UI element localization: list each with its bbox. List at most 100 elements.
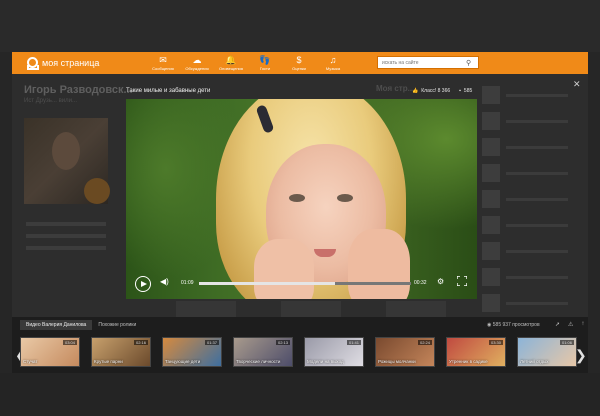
progress-fill <box>199 282 335 285</box>
nav-menu: ✉ Сообщения ☁ Обсуждения 🔔 Оповещения 👣 Гости $ О… <box>146 55 350 72</box>
comment-icon[interactable]: ▪ <box>459 88 461 94</box>
envelope-icon: ✉ <box>159 54 167 65</box>
total-time: 00:32 <box>414 280 427 286</box>
thumbs-up-icon[interactable]: 👍 <box>412 88 418 94</box>
friend-avatar <box>482 112 500 130</box>
video-stats: 👍 Класс! 8 366 ▪ 585 <box>412 88 475 94</box>
side-link <box>26 222 106 226</box>
video-tabs: Видео Валерия Данилова Похожие ролики <box>20 320 142 330</box>
thumbnail-label: Модели на выход <box>307 359 344 364</box>
search-icon[interactable]: ⚲ <box>466 59 471 67</box>
fullscreen-icon[interactable] <box>457 276 467 286</box>
friend-line <box>506 119 568 123</box>
friend-line <box>506 275 568 279</box>
thumbnail-label: Утренник в садике <box>449 359 488 364</box>
top-background <box>0 0 600 52</box>
top-navigation-bar: моя страница ✉ Сообщения ☁ Обсуждения 🔔 Опове… <box>12 52 588 74</box>
friend-line <box>506 301 568 305</box>
music-icon: ♫ <box>329 54 337 65</box>
profile-menu: Ист Друзь... вили... <box>24 98 77 104</box>
pin-icon[interactable]: ↑ <box>581 321 584 328</box>
friend-line <box>506 249 568 253</box>
footprints-icon: 👣 <box>259 54 271 65</box>
thumbnail-duration: 01:41 <box>346 340 361 345</box>
friend-line <box>506 93 568 97</box>
player-controls: ◀) 01:09 00:32 ⚙ <box>126 271 477 299</box>
nav-label: Музыка <box>325 65 341 71</box>
friend-line <box>506 145 568 149</box>
thumbnail-duration: 02:24 <box>417 340 432 345</box>
thumbnail-duration: 01:37 <box>204 340 219 345</box>
thumbnail-duration: 03:30 <box>488 340 503 345</box>
thumbnail-duration: 02:13 <box>275 340 290 345</box>
nav-label: Оценки <box>292 65 306 71</box>
thumbnail-duration: 01:06 <box>559 340 574 345</box>
video-thumbnail[interactable]: 01:06 Летний отдых <box>517 337 577 367</box>
thumbnail-label: Стучат <box>23 359 38 364</box>
thumbnail-label: Танцующие дети <box>165 359 201 364</box>
friend-avatar <box>482 138 500 156</box>
video-thumbnail[interactable]: 02:16 Крутые парни <box>91 337 151 367</box>
tab-similar-videos[interactable]: Похожие ролики <box>92 320 142 330</box>
settings-icon[interactable]: ⚙ <box>437 277 444 286</box>
friend-avatar <box>482 242 500 260</box>
friend-avatar <box>482 164 500 182</box>
my-page-heading: Моя стр... <box>376 84 415 93</box>
video-player[interactable]: ◀) 01:09 00:32 ⚙ <box>126 99 477 299</box>
nav-item[interactable]: $ Оценки <box>282 55 316 72</box>
rating-icon: $ <box>296 54 302 65</box>
video-thumbnail[interactable]: 02:13 Творческие личности <box>233 337 293 367</box>
friend-avatar <box>482 86 500 104</box>
share-icon[interactable]: ➚ <box>555 321 560 328</box>
profile-avatar <box>24 118 110 204</box>
progress-bar[interactable] <box>199 282 411 285</box>
video-title: Такие милые и забавные дети <box>126 88 211 94</box>
friend-line <box>506 197 568 201</box>
nav-item[interactable]: 🔔 Оповещения <box>214 55 248 72</box>
search-input[interactable] <box>378 59 466 66</box>
avatar-badge <box>84 178 110 204</box>
close-icon[interactable]: ✕ <box>573 79 581 90</box>
right-column <box>482 82 582 316</box>
side-link <box>26 234 106 238</box>
video-frame-eye <box>289 194 305 202</box>
profile-side-links <box>26 222 106 258</box>
thumbnail-label: Летний отдых <box>520 359 549 364</box>
profile-name: Игорь Разводовск... <box>24 84 133 96</box>
volume-icon[interactable]: ◀) <box>160 277 169 286</box>
nav-label: Гости <box>259 65 271 71</box>
friend-avatar <box>482 268 500 286</box>
video-thumbnail[interactable]: 01:37 Танцующие дети <box>162 337 222 367</box>
video-thumbnail[interactable]: 03:30 Утренник в садике <box>446 337 506 367</box>
site-logo[interactable]: моя страница <box>26 57 126 69</box>
friend-line <box>506 171 568 175</box>
thumbnail-duration: 03:04 <box>62 340 77 345</box>
thumbnail-duration: 02:16 <box>133 340 148 345</box>
video-thumbnail[interactable]: 02:24 Рожицы молчанки <box>375 337 435 367</box>
play-icon[interactable] <box>135 276 151 292</box>
report-icon[interactable]: ⚠ <box>568 321 573 328</box>
bell-icon: 🔔 <box>225 54 237 65</box>
bottom-background <box>0 373 600 416</box>
ok-logo-icon <box>26 57 38 69</box>
side-link <box>26 246 106 250</box>
view-count: ◉ 585 937 просмотров <box>487 322 540 328</box>
current-time: 01:09 <box>181 280 194 286</box>
comments-count: 585 <box>463 88 473 94</box>
thumbnail-label: Творческие личности <box>236 359 281 364</box>
nav-item[interactable]: ✉ Сообщения <box>146 55 180 72</box>
views-label: 585 937 просмотров <box>492 322 540 328</box>
video-frame-eye <box>337 194 353 202</box>
tab-author-videos[interactable]: Видео Валерия Данилова <box>20 320 93 330</box>
nav-label: Сообщения <box>152 65 174 71</box>
thumbnail-row: 03:04 Стучат 02:16 Крутые парни 01:37 Танцующ… <box>20 337 588 367</box>
search-box[interactable]: ⚲ <box>377 56 479 69</box>
nav-item[interactable]: ☁ Обсуждения <box>180 55 214 72</box>
thumbnail-label: Крутые парни <box>94 359 123 364</box>
nav-item[interactable]: ♫ Музыка <box>316 55 350 72</box>
next-arrow-icon[interactable]: ❯ <box>575 347 587 364</box>
video-thumbnail[interactable]: 03:04 Стучат <box>20 337 80 367</box>
video-thumbnail[interactable]: 01:41 Модели на выход <box>304 337 364 367</box>
friend-avatar <box>482 190 500 208</box>
nav-item[interactable]: 👣 Гости <box>248 55 282 72</box>
